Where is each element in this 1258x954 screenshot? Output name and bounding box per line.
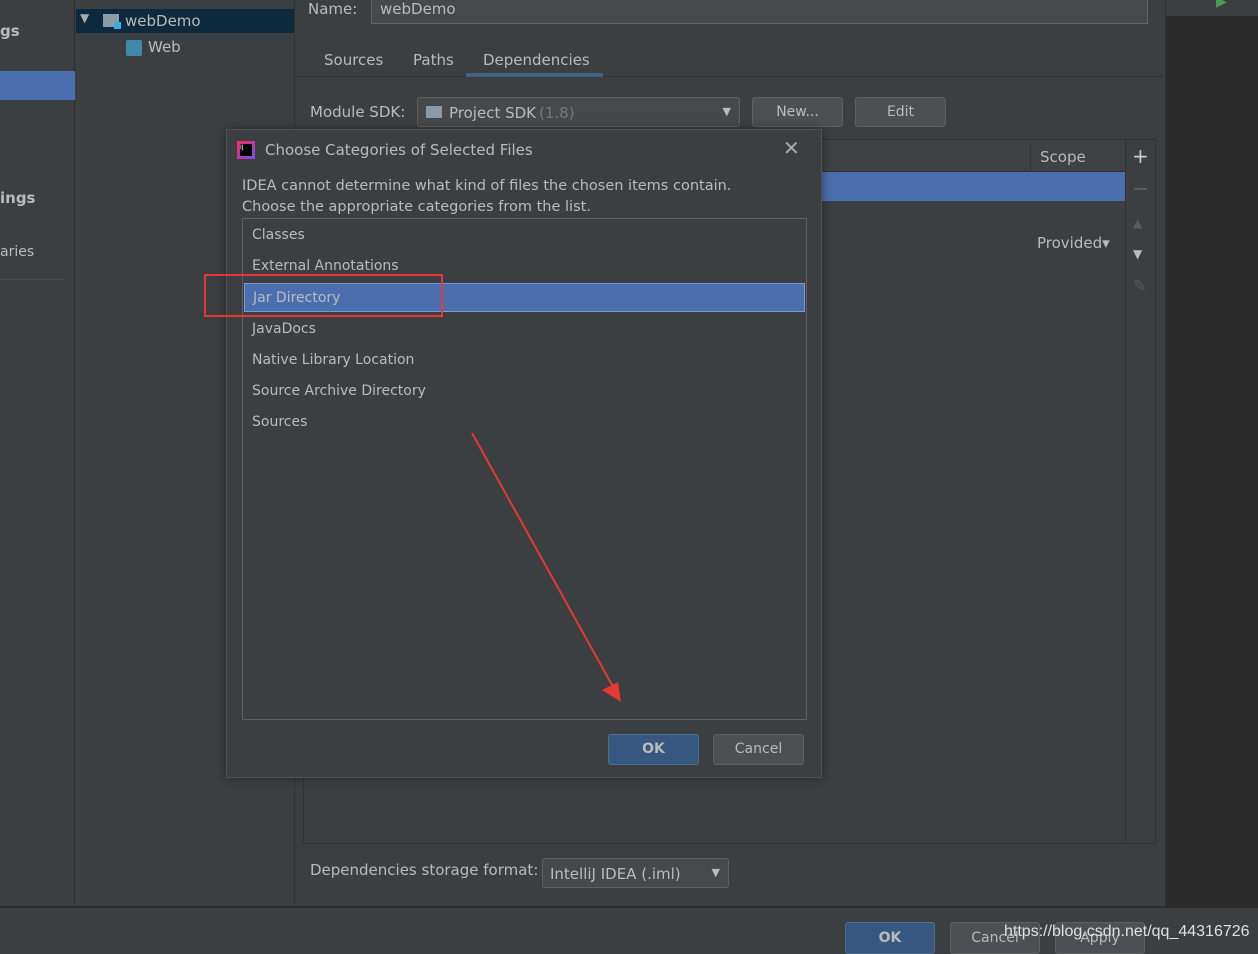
annotation-arrow: [471, 432, 621, 702]
